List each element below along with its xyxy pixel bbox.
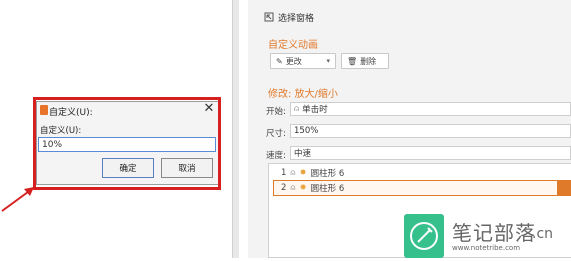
selection-pane-icon: [264, 12, 274, 22]
pencil-icon: ✎: [276, 56, 283, 66]
selection-pane-link[interactable]: 选择窗格: [264, 9, 384, 25]
mouse-icon: ⍝: [294, 104, 300, 114]
chevron-down-icon: ▾: [326, 57, 330, 65]
mouse-icon: ⍝: [290, 168, 296, 178]
watermark-logo: [404, 214, 444, 258]
speed-select[interactable]: 中速: [290, 146, 571, 160]
highlight-frame: [33, 97, 221, 190]
list-item[interactable]: 2 ⍝ ✸ 圆柱形 6: [281, 181, 344, 195]
list-item[interactable]: 1 ⍝ ✸ 圆柱形 6: [281, 166, 344, 180]
modify-label: 修改: 放大/缩小: [268, 89, 338, 100]
pane-title: 选择窗格: [278, 13, 315, 24]
watermark-text: 笔记部落: [452, 221, 536, 245]
size-label: 尺寸:: [266, 129, 286, 139]
item-name: 圆柱形 6: [310, 184, 345, 194]
list-item-selected-tail: [557, 180, 571, 196]
size-value: 150%: [294, 126, 319, 136]
item-index: 1: [281, 168, 287, 178]
delete-label: 删除: [360, 56, 377, 66]
start-label: 开始:: [266, 107, 286, 117]
change-label: 更改: [285, 56, 302, 66]
effect-star-icon: ✸: [299, 168, 307, 178]
section-title: 自定义动画: [268, 40, 318, 51]
start-value: 单击时: [302, 105, 328, 115]
mouse-icon: ⍝: [290, 183, 296, 193]
speed-value: 中速: [294, 149, 312, 159]
item-name: 圆柱形 6: [310, 169, 345, 179]
item-index: 2: [281, 183, 287, 193]
size-select[interactable]: 150%: [290, 124, 571, 138]
start-select[interactable]: ⍝ 单击时: [290, 102, 571, 116]
annotation-arrow-icon: [1, 187, 34, 212]
pen-icon: [410, 222, 438, 250]
watermark-url: www.notetribe.com: [452, 244, 521, 252]
slide-scrollbar[interactable]: [232, 0, 239, 258]
change-button[interactable]: ✎ 更改 ▾: [270, 53, 336, 69]
watermark-domain: .cn: [532, 226, 554, 242]
delete-button[interactable]: 🗑 删除: [341, 53, 389, 69]
trash-icon: 🗑: [347, 56, 358, 66]
speed-label: 速度:: [266, 151, 286, 161]
effect-star-icon: ✸: [299, 183, 307, 193]
